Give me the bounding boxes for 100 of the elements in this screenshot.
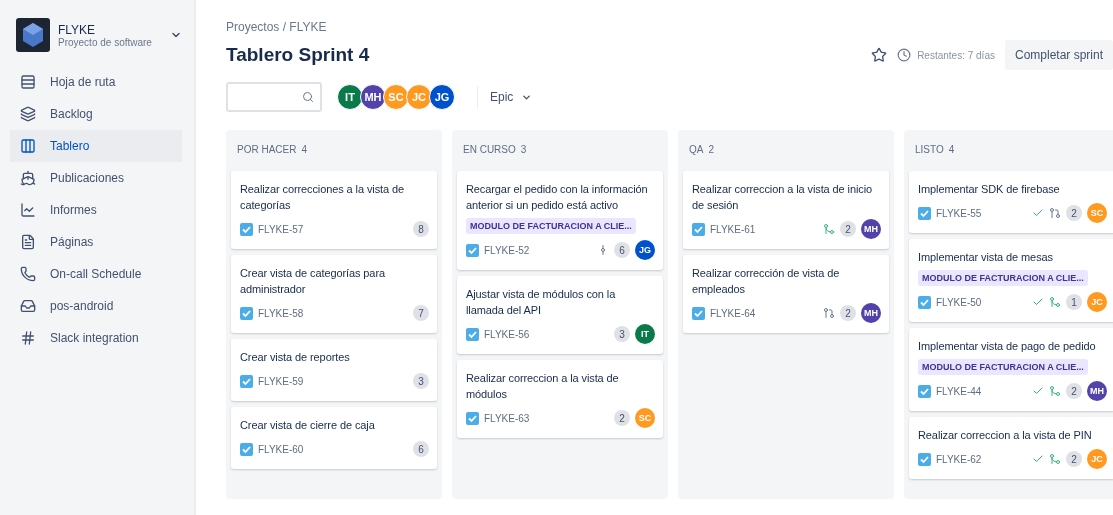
issue-title: Crear vista de reportes bbox=[240, 350, 351, 365]
column-title: LISTO bbox=[915, 144, 944, 155]
issue-card[interactable]: Crear vista de cierre de caja FLYKE-60 6 bbox=[231, 407, 437, 469]
column-count: 4 bbox=[301, 144, 307, 155]
merge-icon bbox=[1049, 385, 1061, 397]
issue-key: FLYKE-63 bbox=[484, 412, 609, 424]
issue-key: FLYKE-44 bbox=[936, 385, 1027, 397]
task-icon bbox=[240, 306, 253, 320]
tray-icon bbox=[20, 298, 36, 314]
epic-filter[interactable]: Epic bbox=[477, 86, 545, 108]
assignee-avatar: JC bbox=[1087, 292, 1107, 312]
avatar-filter[interactable]: MH bbox=[360, 84, 386, 110]
task-icon bbox=[692, 306, 705, 320]
task-icon bbox=[240, 222, 253, 236]
column-title: EN CURSO bbox=[463, 144, 516, 155]
issue-key: FLYKE-64 bbox=[710, 307, 818, 319]
merge-icon bbox=[1049, 296, 1061, 308]
line-chart-icon bbox=[20, 202, 36, 218]
issue-card[interactable]: Crear vista de categorías para administrador FLYKE-58 7 bbox=[231, 255, 437, 333]
issue-key: FLYKE-57 bbox=[258, 223, 408, 235]
assignee-avatar: MH bbox=[861, 219, 881, 239]
epic-label: MODULO DE FACTURACION A CLIE... bbox=[918, 270, 1088, 286]
issue-key: FLYKE-52 bbox=[484, 244, 592, 256]
project-name: FLYKE bbox=[58, 22, 97, 37]
assignee-avatar: SC bbox=[635, 408, 655, 428]
issue-card[interactable]: Realizar corrección de vista de empleados FLYKE-64 2 MH bbox=[683, 255, 889, 333]
story-points: 6 bbox=[614, 242, 630, 258]
story-points: 3 bbox=[413, 373, 429, 389]
assignee-avatar: JG bbox=[635, 240, 655, 260]
star-icon[interactable] bbox=[871, 47, 888, 63]
issue-key: FLYKE-56 bbox=[484, 328, 609, 340]
issue-title: Recargar el pedido con la información anterior si un pedido está activo bbox=[466, 182, 649, 213]
pull-request-icon bbox=[1049, 207, 1061, 219]
column-count: 4 bbox=[948, 144, 955, 155]
sidebar-item[interactable]: Publicaciones bbox=[10, 162, 182, 194]
epic-label: MODULO DE FACTURACION A CLIE... bbox=[918, 359, 1088, 375]
phone-icon bbox=[20, 266, 36, 282]
merge-icon bbox=[1049, 453, 1061, 465]
story-points: 2 bbox=[1066, 383, 1082, 399]
task-icon bbox=[692, 222, 705, 236]
issue-key: FLYKE-61 bbox=[710, 223, 818, 235]
breadcrumb: Proyectos / FLYKE bbox=[226, 20, 328, 34]
pull-request-icon bbox=[823, 307, 835, 319]
avatar-filter[interactable]: IT bbox=[337, 84, 363, 110]
issue-card[interactable]: Realizar correccion a la vista de PIN FLYKE-62 2 JC bbox=[909, 417, 1113, 479]
issue-card[interactable]: Implementar vista de pago de pedido MODULO DE FACTURACION A CLIE... FLYKE-44 2 MH bbox=[909, 328, 1113, 411]
issue-title: Realizar correcciones a la vista de categorías bbox=[240, 182, 406, 213]
story-points: 3 bbox=[614, 326, 630, 342]
issue-title: Realizar correccion a la vista de PIN bbox=[918, 428, 1093, 443]
issue-card[interactable]: Crear vista de reportes FLYKE-59 3 bbox=[231, 339, 437, 401]
issue-title: Crear vista de categorías para administrador bbox=[240, 266, 386, 297]
issue-key: FLYKE-62 bbox=[936, 453, 1027, 465]
sidebar-item[interactable]: Hoja de ruta bbox=[10, 66, 182, 98]
issue-title: Implementar vista de pago de pedido bbox=[918, 339, 1097, 354]
story-points: 8 bbox=[413, 221, 429, 237]
column-count: 3 bbox=[520, 144, 527, 155]
issue-card[interactable]: Realizar correcciones a la vista de categorías FLYKE-57 8 bbox=[231, 171, 437, 249]
rows-icon bbox=[20, 74, 36, 90]
remaining-time: Restantes: 7 días bbox=[917, 49, 995, 61]
story-points: 2 bbox=[614, 410, 630, 426]
task-icon bbox=[466, 243, 479, 257]
document-icon bbox=[20, 234, 36, 250]
sidebar-item[interactable]: On-call Schedule bbox=[10, 258, 182, 290]
issue-title: Ajustar vista de módulos con la llamada del API bbox=[466, 287, 617, 318]
issue-card[interactable]: Realizar correccion a la vista de inicio de sesión FLYKE-61 2 MH bbox=[683, 171, 889, 249]
layers-icon bbox=[20, 106, 36, 122]
issue-card[interactable]: Implementar SDK de firebase FLYKE-55 2 SC bbox=[909, 171, 1113, 233]
sidebar-item[interactable]: Páginas bbox=[10, 226, 182, 258]
issue-key: FLYKE-60 bbox=[258, 443, 408, 455]
issue-card[interactable]: Realizar correccion a la vista de módulos FLYKE-63 2 SC bbox=[457, 360, 663, 438]
issue-key: FLYKE-50 bbox=[936, 296, 1027, 308]
assignee-avatar: SC bbox=[1087, 203, 1107, 223]
issue-card[interactable]: Ajustar vista de módulos con la llamada del API FLYKE-56 3 IT bbox=[457, 276, 663, 354]
story-points: 7 bbox=[413, 305, 429, 321]
logo-icon bbox=[16, 18, 50, 52]
epic-label: MODULO DE FACTURACION A CLIE... bbox=[466, 218, 636, 234]
sidebar-item[interactable]: Slack integration bbox=[10, 322, 182, 354]
board-title: Tablero Sprint 4 bbox=[226, 44, 371, 66]
sidebar-item[interactable]: Backlog bbox=[10, 98, 182, 130]
sidebar-item[interactable]: pos-android bbox=[10, 290, 182, 322]
check-icon bbox=[1032, 296, 1044, 308]
complete-sprint-button[interactable]: Completar sprint bbox=[1004, 40, 1113, 70]
story-points: 1 bbox=[1066, 294, 1082, 310]
issue-key: FLYKE-59 bbox=[258, 375, 408, 387]
assignee-avatar: IT bbox=[635, 324, 655, 344]
hash-icon bbox=[20, 330, 36, 346]
sidebar-item[interactable]: Tablero bbox=[10, 130, 182, 162]
issue-title: Implementar vista de mesas bbox=[918, 250, 1054, 265]
search-field[interactable] bbox=[226, 82, 322, 112]
issue-card[interactable]: Implementar vista de mesas MODULO DE FACTURACION A CLIE... FLYKE-50 1 JC bbox=[909, 239, 1113, 322]
check-icon bbox=[1032, 207, 1044, 219]
sidebar-item[interactable]: Informes bbox=[10, 194, 182, 226]
issue-title: Crear vista de cierre de caja bbox=[240, 418, 376, 433]
column-title: POR HACER bbox=[237, 144, 297, 155]
avatar-filter[interactable]: JG bbox=[429, 84, 455, 110]
task-icon bbox=[918, 384, 931, 398]
task-icon bbox=[918, 452, 931, 466]
issue-card[interactable]: Recargar el pedido con la información anterior si un pedido está activo MODULO DE FACTURACION A CLIE... FLYKE-52 6 JG bbox=[457, 171, 663, 270]
issue-key: FLYKE-58 bbox=[258, 307, 408, 319]
check-icon bbox=[1032, 385, 1044, 397]
